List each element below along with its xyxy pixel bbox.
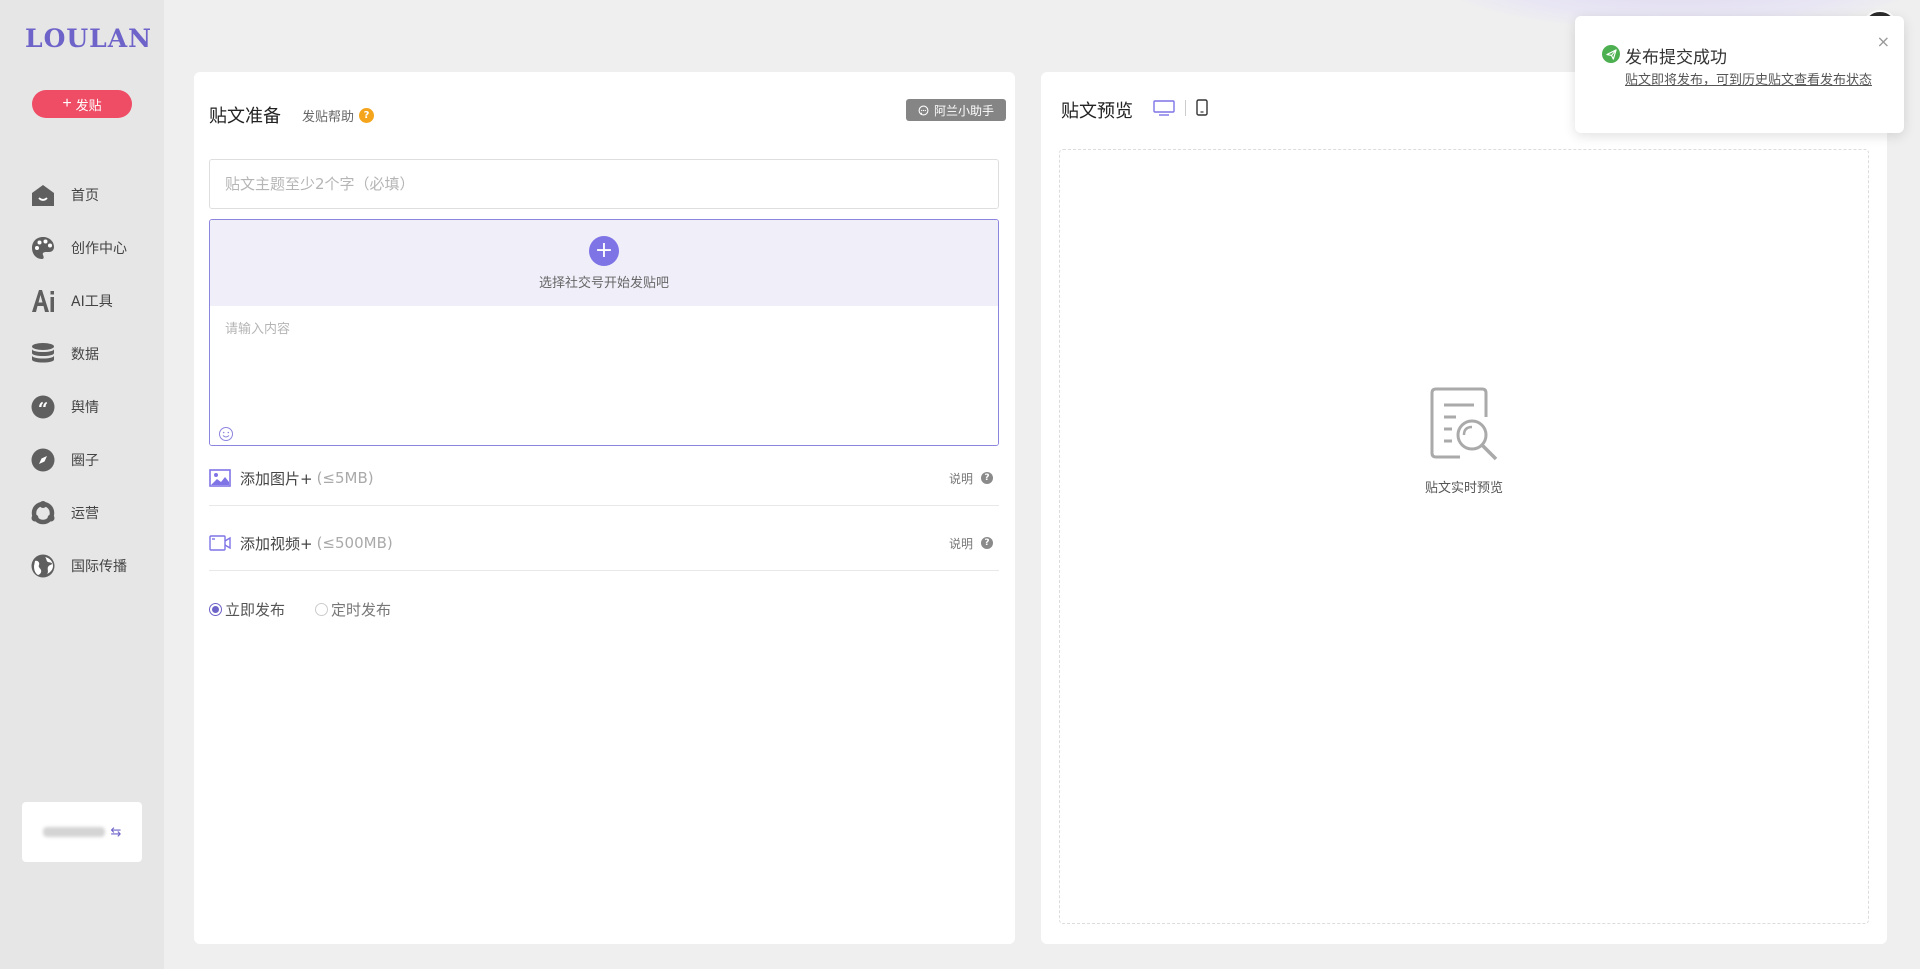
add-image-row[interactable]: 添加图片+ (≤5MB) 说明 ?: [209, 451, 999, 506]
add-video-label: 添加视频+: [240, 534, 313, 553]
sidebar: LOULAN + 发贴 首页 创作中心 AI工具 数据 “ 舆情 圈子 运营 国…: [0, 0, 164, 969]
preview-title: 贴文预览: [1061, 101, 1133, 122]
new-post-label: 发贴: [75, 97, 102, 113]
publish-now-radio[interactable]: 立即发布: [209, 599, 285, 620]
assistant-button[interactable]: 阿兰小助手: [906, 99, 1006, 121]
account-name-redacted: [42, 827, 105, 837]
image-note[interactable]: 说明 ?: [949, 470, 993, 487]
swap-icon[interactable]: ⇆: [111, 825, 122, 840]
plus-icon: +: [62, 95, 72, 112]
publish-scheduled-radio[interactable]: 定时发布: [315, 599, 391, 620]
new-post-button[interactable]: + 发贴: [32, 90, 132, 118]
publish-scheduled-label: 定时发布: [331, 601, 392, 619]
database-icon: [30, 341, 56, 367]
post-help-label: 发贴帮助: [302, 110, 355, 125]
post-help-link[interactable]: 发贴帮助 ?: [302, 106, 375, 125]
panel-title: 贴文准备: [209, 106, 281, 127]
sidebar-item-circle[interactable]: 圈子: [0, 433, 164, 486]
preview-empty-state: 贴文实时预览: [1060, 383, 1868, 496]
help-icon: ?: [981, 537, 993, 549]
video-size-limit: (≤500MB): [316, 534, 393, 552]
sidebar-item-label: 创作中心: [71, 240, 127, 257]
preview-area: 贴文实时预览: [1059, 149, 1869, 924]
content-editor: + 选择社交号开始发贴吧: [209, 219, 999, 446]
sidebar-item-label: 运营: [71, 505, 99, 522]
help-icon: ?: [981, 472, 993, 484]
success-toast: 发布提交成功 贴文即将发布，可到历史贴文查看发布状态 ×: [1575, 16, 1904, 133]
divider: [1185, 99, 1186, 116]
note-label: 说明: [948, 471, 973, 486]
note-label: 说明: [948, 536, 973, 551]
sidebar-item-creation[interactable]: 创作中心: [0, 221, 164, 274]
operation-icon: [30, 500, 56, 526]
sidebar-item-sentiment[interactable]: “ 舆情: [0, 380, 164, 433]
emoji-icon[interactable]: [218, 426, 234, 442]
add-video-row[interactable]: 添加视频+ (≤500MB) 说明 ?: [209, 516, 999, 571]
ai-icon: [30, 288, 56, 314]
sidebar-nav: 首页 创作中心 AI工具 数据 “ 舆情 圈子 运营 国际传播: [0, 168, 164, 592]
globe-icon: [30, 553, 56, 579]
home-icon: [30, 182, 56, 208]
account-switcher[interactable]: ⇆: [22, 802, 142, 862]
chat-icon: [918, 105, 929, 115]
palette-icon: [30, 235, 56, 261]
sidebar-item-label: 国际传播: [71, 558, 127, 575]
video-note[interactable]: 说明 ?: [949, 535, 993, 552]
preview-empty-text: 贴文实时预览: [1424, 481, 1503, 496]
radio-dot: [209, 603, 222, 616]
send-success-icon: [1602, 45, 1620, 63]
publish-mode-group: 立即发布 定时发布: [209, 599, 391, 620]
compass-icon: [30, 447, 56, 473]
toast-message-link[interactable]: 贴文即将发布，可到历史贴文查看发布状态: [1625, 71, 1875, 91]
select-account-area[interactable]: + 选择社交号开始发贴吧: [210, 220, 998, 306]
quote-icon: “: [30, 394, 56, 420]
help-icon: ?: [359, 108, 375, 123]
image-size-limit: (≤5MB): [316, 469, 374, 487]
app-logo[interactable]: LOULAN: [25, 24, 152, 53]
sidebar-item-label: 首页: [71, 187, 99, 204]
publish-now-label: 立即发布: [225, 601, 286, 619]
content-textarea[interactable]: [210, 306, 998, 445]
post-preview-panel: 贴文预览 贴文实时预览: [1041, 72, 1887, 944]
radio-dot: [315, 603, 329, 616]
add-circle-icon[interactable]: +: [589, 235, 619, 266]
sidebar-item-international[interactable]: 国际传播: [0, 539, 164, 592]
device-toggle: [1153, 99, 1208, 116]
sidebar-item-data[interactable]: 数据: [0, 327, 164, 380]
sidebar-item-ai-tools[interactable]: AI工具: [0, 274, 164, 327]
desktop-icon[interactable]: [1153, 99, 1175, 116]
post-title-input[interactable]: [209, 159, 999, 209]
select-account-label: 选择社交号开始发贴吧: [538, 275, 669, 291]
assistant-label: 阿兰小助手: [933, 103, 994, 118]
image-icon: [209, 468, 233, 488]
sidebar-item-home[interactable]: 首页: [0, 168, 164, 221]
sidebar-item-label: 数据: [71, 346, 99, 363]
post-editor-panel: 贴文准备 发贴帮助 ? 阿兰小助手 + 选择社交号开始发贴吧 添加图片+ (≤5…: [194, 72, 1015, 944]
sidebar-item-label: 圈子: [71, 452, 99, 469]
close-icon[interactable]: ×: [1877, 32, 1890, 51]
mobile-icon[interactable]: [1196, 99, 1208, 116]
sidebar-item-label: 舆情: [71, 399, 99, 416]
toast-title: 发布提交成功: [1625, 48, 1727, 68]
add-image-label: 添加图片+: [240, 469, 313, 488]
sidebar-item-label: AI工具: [71, 293, 113, 310]
svg-text:“: “: [38, 399, 48, 419]
sidebar-item-operation[interactable]: 运营: [0, 486, 164, 539]
document-search-icon: [1430, 387, 1498, 461]
video-icon: [209, 533, 233, 553]
